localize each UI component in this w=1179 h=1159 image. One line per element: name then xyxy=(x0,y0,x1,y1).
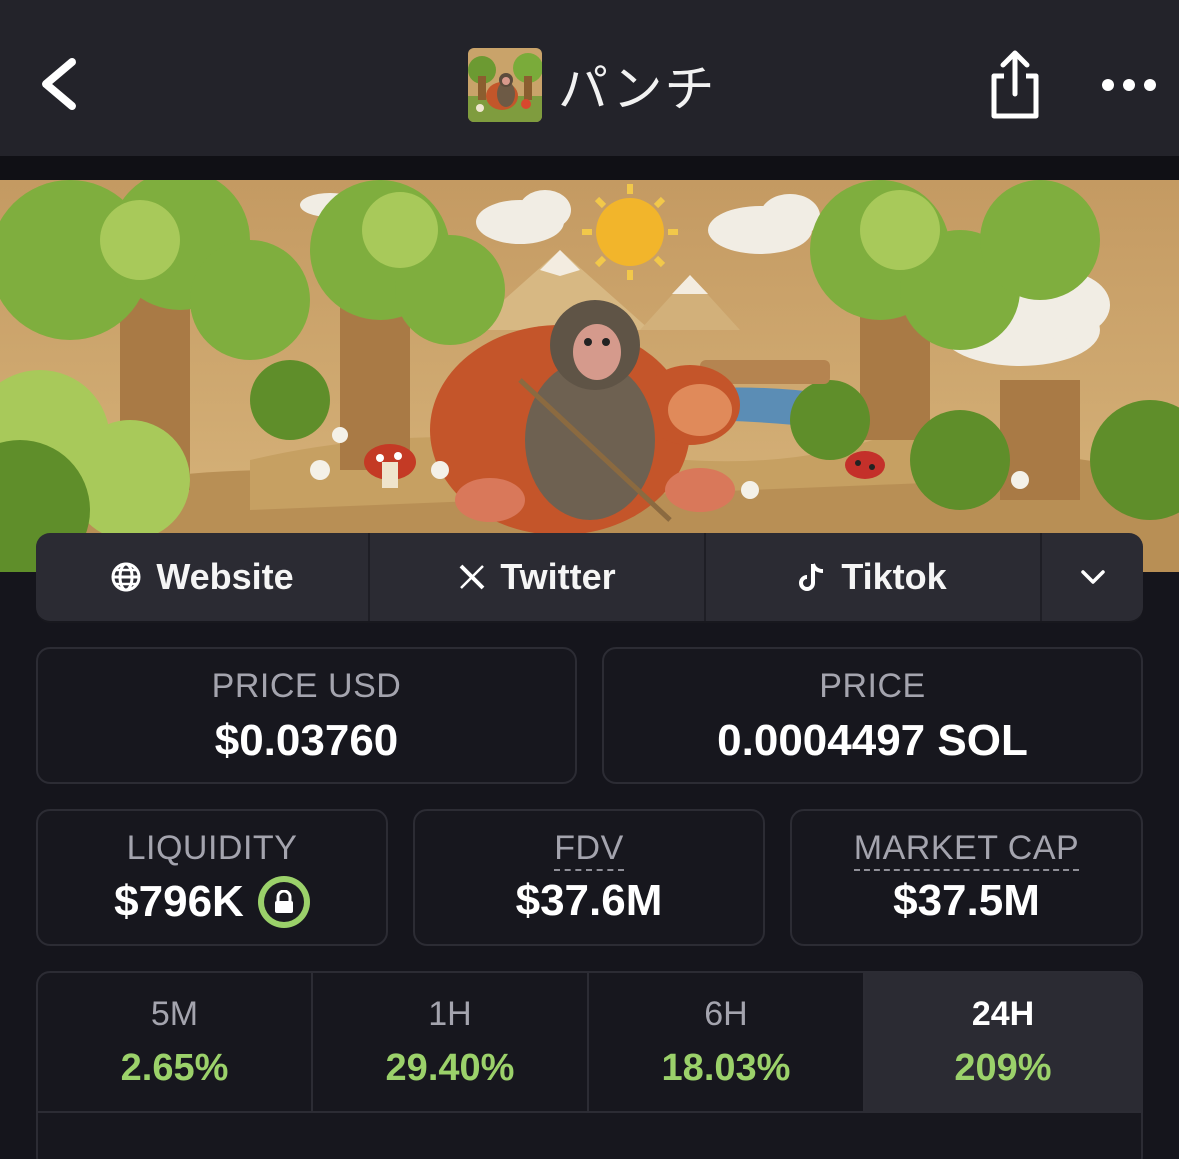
tiktok-label: Tiktok xyxy=(841,556,947,597)
token-banner-image xyxy=(0,180,1179,572)
timeframe-change: 2.65% xyxy=(120,1047,229,1089)
back-button[interactable] xyxy=(30,48,90,118)
token-name: パンチ xyxy=(558,60,717,118)
liquidity-card: LIQUIDITY $796K xyxy=(36,809,388,946)
timeframe-label: 24H xyxy=(971,995,1035,1033)
liquidity-label: LIQUIDITY xyxy=(126,829,298,867)
price-change-panel: 5M 2.65% 1H 29.40% 6H 18.03% 24H 209% xyxy=(36,971,1143,1159)
fdv-card: FDV $37.6M xyxy=(413,809,765,946)
liquidity-value: $796K xyxy=(114,877,244,926)
website-label: Website xyxy=(156,556,294,597)
price-native-label: PRICE xyxy=(819,667,926,705)
market-cap-value: $37.5M xyxy=(893,876,1040,925)
social-links-bar: Website Twitter Tiktok xyxy=(36,533,1143,621)
fdv-value: $37.6M xyxy=(515,876,663,925)
liquidity-lock-badge[interactable] xyxy=(257,876,310,928)
market-cap-label[interactable]: MARKET CAP xyxy=(853,829,1080,871)
header-divider xyxy=(0,156,1179,180)
tiktok-icon xyxy=(799,563,824,591)
chevron-left-icon xyxy=(42,58,76,110)
timeframe-24h-tab[interactable]: 24H 209% xyxy=(865,973,1141,1111)
lock-icon xyxy=(274,890,293,913)
globe-icon xyxy=(111,562,141,592)
tiktok-link[interactable]: Tiktok xyxy=(706,533,1042,621)
price-usd-label: PRICE USD xyxy=(211,667,402,705)
timeframe-label: 5M xyxy=(150,995,199,1033)
timeframe-change: 29.40% xyxy=(385,1047,515,1089)
share-button[interactable] xyxy=(984,48,1046,122)
token-title: パンチ xyxy=(468,48,717,122)
timeframe-1h-tab[interactable]: 1H 29.40% xyxy=(313,973,589,1111)
timeframe-6h-tab[interactable]: 6H 18.03% xyxy=(589,973,865,1111)
website-link[interactable]: Website xyxy=(36,533,370,621)
share-icon xyxy=(991,50,1039,119)
price-native-card: PRICE 0.0004497 SOL xyxy=(602,647,1143,784)
twitter-link[interactable]: Twitter xyxy=(370,533,706,621)
market-cap-card: MARKET CAP $37.5M xyxy=(790,809,1143,946)
price-usd-value: $0.03760 xyxy=(214,716,399,765)
more-dots-icon xyxy=(1102,79,1156,91)
top-bar: パンチ xyxy=(0,0,1179,156)
timeframe-label: 1H xyxy=(428,995,472,1033)
token-avatar xyxy=(468,48,542,122)
timeframe-5m-tab[interactable]: 5M 2.65% xyxy=(38,973,313,1111)
chevron-down-icon xyxy=(1080,570,1105,584)
timeframe-change: 209% xyxy=(954,1047,1052,1089)
price-native-value: 0.0004497 SOL xyxy=(717,716,1028,765)
more-options-button[interactable] xyxy=(1098,60,1162,110)
timeframe-change: 18.03% xyxy=(661,1047,791,1089)
twitter-label: Twitter xyxy=(500,556,616,597)
x-logo-icon xyxy=(459,564,485,590)
more-links-dropdown[interactable] xyxy=(1042,533,1143,621)
timeframe-label: 6H xyxy=(704,995,748,1033)
price-usd-card: PRICE USD $0.03760 xyxy=(36,647,577,784)
fdv-label[interactable]: FDV xyxy=(554,829,624,871)
